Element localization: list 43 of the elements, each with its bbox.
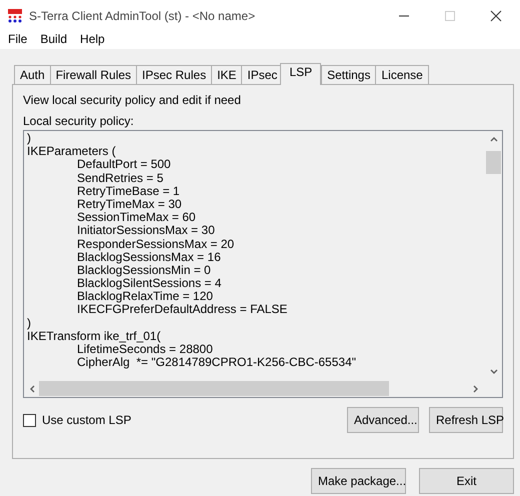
code-line: IKEParameters ( [27,145,116,158]
code-line: ResponderSessionsMax = 20 [76,238,234,251]
menu-item[interactable]: File [3,32,32,46]
button[interactable]: Make package... [311,468,406,494]
tab[interactable]: Settings [321,65,376,84]
button[interactable]: Exit [419,468,514,494]
menu-item[interactable]: Build [35,32,72,46]
button[interactable]: Advanced... [347,407,419,433]
policy-editor[interactable] [23,130,503,398]
scroll-thumb[interactable] [39,381,389,396]
scroll-thumb[interactable] [486,151,501,174]
code-line: BlacklogRelaxTime = 120 [76,290,213,304]
code-line: ) [27,132,31,146]
button[interactable]: Refresh LSP [429,407,503,433]
tab[interactable]: LSP [280,63,322,85]
scroll-left-icon[interactable] [29,384,35,392]
description-text: View local security policy and edit if need [23,93,242,109]
policy-label: Local security policy: [23,114,135,130]
scroll-right-icon[interactable] [473,384,479,392]
code-line: InitiatorSessionsMax = 30 [76,224,215,238]
code-line: ) [27,316,31,330]
code-line: SendRetries = 5 [76,172,164,185]
menu-item[interactable]: Help [75,32,110,46]
code-line: RetryTimeBase = 1 [76,184,180,198]
code-line: DefaultPort = 500 [76,158,171,172]
code-line: LifetimeSeconds = 28800 [76,343,213,356]
code-line: BlacklogSessionsMin = 0 [76,264,211,278]
code-line: BlacklogSessionsMax = 16 [76,250,221,264]
checkbox-label[interactable]: Use custom LSP [42,413,132,427]
scroll-up-icon[interactable] [490,136,498,142]
code-line: IKECFGPreferDefaultAddress = FALSE [76,303,288,317]
code-line: CipherAlg *= "G2814789CPRO1-K256-CBC-65534" [76,356,356,370]
scroll-down-icon[interactable] [490,369,498,375]
tab[interactable]: Auth [14,65,51,84]
code-line: RetryTimeMax = 30 [76,198,182,212]
code-line: SessionTimeMax = 60 [76,211,196,224]
app-icon [7,8,23,24]
code-line: BlacklogSilentSessions = 4 [76,277,222,290]
tab[interactable]: License [375,65,429,84]
code-line: IKETransform ike_trf_01( [27,330,161,343]
checkbox[interactable] [23,414,36,426]
close-icon[interactable] [490,10,502,22]
window-title: S-Terra Client AdminTool (st) - <No name> [29,9,256,23]
